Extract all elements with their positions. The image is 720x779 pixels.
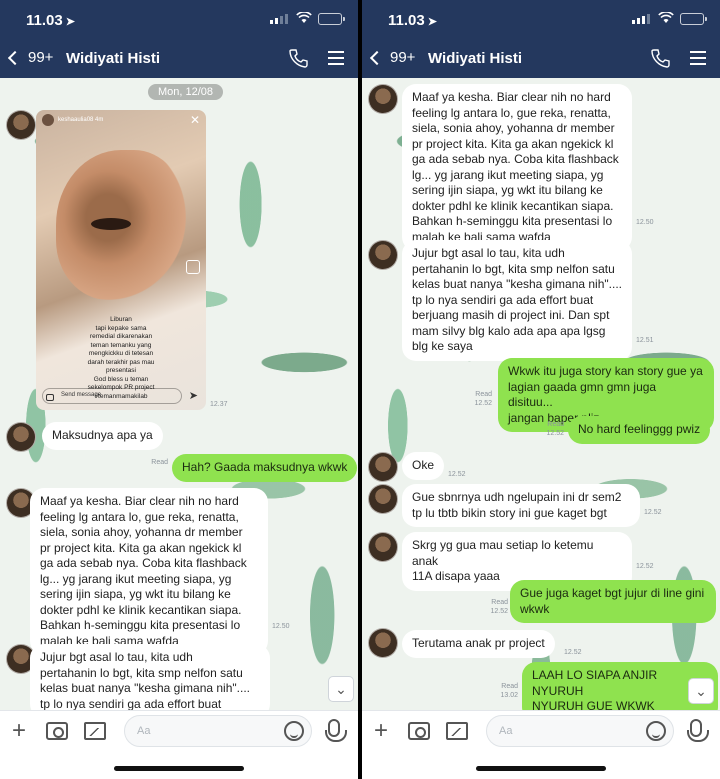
plus-icon[interactable]: +	[12, 719, 26, 743]
chevron-left-icon	[369, 50, 385, 65]
read-receipt: Read	[151, 459, 168, 466]
contact-name: Widiyati Histi	[66, 50, 161, 67]
emoji-icon[interactable]	[646, 721, 666, 741]
message-incoming[interactable]: Maksudnya apa ya	[42, 422, 163, 450]
contact-name: Widiyati Histi	[428, 50, 523, 67]
status-bar: 11.03 ➤	[0, 0, 358, 40]
screenshots-pair: 11.03 ➤ 99+ Widiyati Histi Mon, 12/08 kes…	[0, 0, 720, 779]
message-time: 12.37	[210, 401, 228, 408]
status-time: 11.03 ➤	[388, 12, 437, 29]
camera-icon[interactable]	[408, 722, 430, 740]
avatar[interactable]	[368, 452, 398, 482]
message-outgoing[interactable]: Gue juga kaget bgt jujur di line gini wk…	[510, 580, 716, 623]
chat-header: 99+ Widiyati Histi	[0, 40, 358, 78]
plus-icon[interactable]: +	[374, 719, 388, 743]
message-time: 12.51	[636, 337, 654, 344]
message-time: 12.52	[644, 509, 662, 516]
scroll-down-button[interactable]: ⌄	[328, 676, 354, 702]
story-username: keshaaulia08 4m	[58, 117, 104, 123]
share-icon	[186, 260, 200, 274]
avatar[interactable]	[368, 240, 398, 270]
image-icon[interactable]	[84, 722, 106, 740]
unread-count: 99+	[390, 49, 416, 66]
message-time: 12.50	[636, 219, 654, 226]
avatar[interactable]	[368, 532, 398, 562]
close-icon: ✕	[189, 113, 200, 127]
battery-icon	[680, 13, 707, 25]
read-receipt: Read 12.52	[546, 421, 564, 437]
menu-icon[interactable]	[690, 51, 706, 65]
back-button[interactable]: 99+	[7, 49, 54, 66]
message-incoming[interactable]: Gue sbnrnya udh ngelupain ini dr sem2 tp…	[402, 484, 640, 527]
message-outgoing[interactable]: No hard feelinggg pwiz	[568, 416, 711, 444]
message-outgoing[interactable]: Hah? Gaada maksudnya wkwk	[172, 454, 358, 482]
status-bar: 11.03 ➤	[362, 0, 720, 40]
avatar[interactable]	[368, 84, 398, 114]
message-incoming[interactable]: Oke	[402, 452, 445, 480]
phone-right: 11.03 ➤ 99+ Widiyati Histi Maaf ya kesha.…	[362, 0, 720, 779]
home-indicator	[362, 752, 720, 779]
wifi-icon	[658, 12, 674, 23]
phone-icon[interactable]	[650, 48, 670, 68]
chat-header: 99+ Widiyati Histi	[362, 40, 720, 78]
input-bar: + Aa	[362, 710, 720, 752]
wifi-icon	[296, 12, 312, 23]
chevron-left-icon	[7, 50, 23, 65]
scroll-down-button[interactable]: ⌄	[688, 678, 714, 704]
chat-area[interactable]: Maaf ya kesha. Biar clear nih no hard fe…	[362, 78, 720, 710]
camera-icon[interactable]	[46, 722, 68, 740]
avatar[interactable]	[6, 110, 36, 140]
chat-area[interactable]: Mon, 12/08 keshaaulia08 4m ✕ Liburan tapi…	[0, 78, 358, 710]
send-arrow-icon: ➤	[188, 390, 198, 402]
message-time: 12.52	[448, 471, 466, 478]
battery-icon	[318, 13, 345, 25]
story-photo-detail	[91, 218, 131, 230]
avatar[interactable]	[368, 484, 398, 514]
message-incoming[interactable]: Jujur bgt asal lo tau, kita udh pertahan…	[402, 240, 632, 361]
message-time: 12.52	[636, 563, 654, 570]
status-time: 11.03 ➤	[26, 12, 75, 29]
story-reply-card[interactable]: keshaaulia08 4m ✕ Liburan tapi kepake sam…	[36, 110, 206, 410]
message-incoming[interactable]: Maaf ya kesha. Biar clear nih no hard fe…	[30, 488, 268, 655]
message-time: 12.50	[272, 623, 290, 630]
image-icon[interactable]	[446, 722, 468, 740]
home-indicator	[0, 752, 358, 779]
avatar[interactable]	[6, 422, 36, 452]
phone-left: 11.03 ➤ 99+ Widiyati Histi Mon, 12/08 kes…	[0, 0, 358, 779]
story-avatar	[42, 114, 54, 126]
menu-icon[interactable]	[328, 51, 344, 65]
signal-icon	[632, 14, 650, 24]
phone-icon[interactable]	[288, 48, 308, 68]
date-pill: Mon, 12/08	[148, 84, 224, 100]
microphone-icon[interactable]	[325, 719, 347, 742]
message-incoming[interactable]: Maaf ya kesha. Biar clear nih no hard fe…	[402, 84, 632, 251]
signal-icon	[270, 14, 288, 24]
message-incoming[interactable]: Terutama anak pr project	[402, 630, 555, 658]
avatar[interactable]	[368, 628, 398, 658]
read-receipt: Read 12.52	[490, 599, 508, 615]
back-button[interactable]: 99+	[369, 49, 416, 66]
message-incoming[interactable]: Jujur bgt asal lo tau, kita udh pertahan…	[30, 644, 270, 710]
microphone-icon[interactable]	[687, 719, 709, 742]
story-send-message: Send message	[42, 388, 182, 404]
emoji-icon[interactable]	[284, 721, 304, 741]
message-time: 12.52	[564, 649, 582, 656]
unread-count: 99+	[28, 49, 54, 66]
read-receipt: Read 13.02	[500, 683, 518, 699]
read-receipt: Read 12.52	[474, 391, 492, 407]
input-bar: + Aa	[0, 710, 358, 752]
story-header: keshaaulia08 4m ✕	[36, 110, 206, 130]
